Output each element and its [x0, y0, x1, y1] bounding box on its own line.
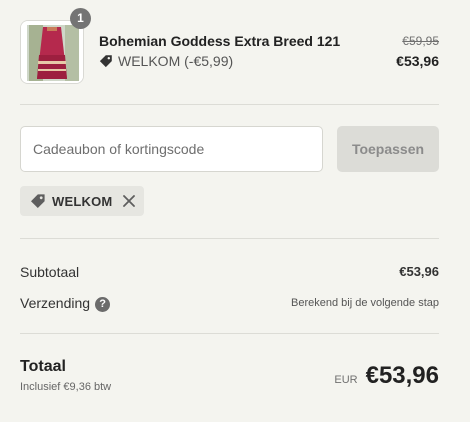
apply-button[interactable]: Toepassen — [337, 126, 439, 172]
discount-tag-icon — [30, 193, 46, 209]
total-label: Totaal — [20, 358, 66, 375]
subtotal-value: €53,96 — [399, 264, 439, 279]
skirt-product-photo-icon — [21, 21, 83, 83]
shipping-value: Berekend bij de volgende stap — [291, 297, 439, 309]
total-price: EUR €53,96 — [334, 362, 439, 390]
applied-code-label: WELKOM — [52, 193, 113, 209]
help-icon[interactable]: ? — [95, 297, 111, 312]
discounted-price: €53,96 — [396, 53, 439, 69]
divider — [20, 104, 439, 105]
line-item-discount: WELKOM (-€5,99) — [99, 53, 233, 69]
shipping-row: Verzending? — [20, 295, 111, 312]
currency-code: EUR — [334, 374, 358, 386]
discount-tag-icon — [99, 54, 113, 68]
applied-discount-tag: WELKOM — [20, 186, 144, 216]
product-name: Bohemian Goddess Extra Breed 121 — [99, 33, 341, 49]
subtotal-label: Subtotaal — [20, 264, 80, 280]
line-item: 1 Bohemian Goddess Extra Breed 121 WELKO… — [20, 8, 439, 84]
discount-label: WELKOM (-€5,99) — [118, 53, 234, 69]
divider — [20, 333, 439, 334]
shipping-label: Verzending — [20, 295, 91, 311]
tax-note: Inclusief €9,36 btw — [20, 381, 112, 393]
quantity-badge: 1 — [70, 8, 91, 29]
total-amount: €53,96 — [365, 362, 439, 389]
remove-discount-icon[interactable] — [122, 194, 136, 208]
product-thumbnail — [20, 20, 84, 84]
divider — [20, 238, 439, 239]
original-price: €59,95 — [402, 34, 439, 48]
product-thumbnail-wrapper: 1 — [20, 8, 91, 84]
discount-code-input[interactable] — [20, 126, 323, 172]
